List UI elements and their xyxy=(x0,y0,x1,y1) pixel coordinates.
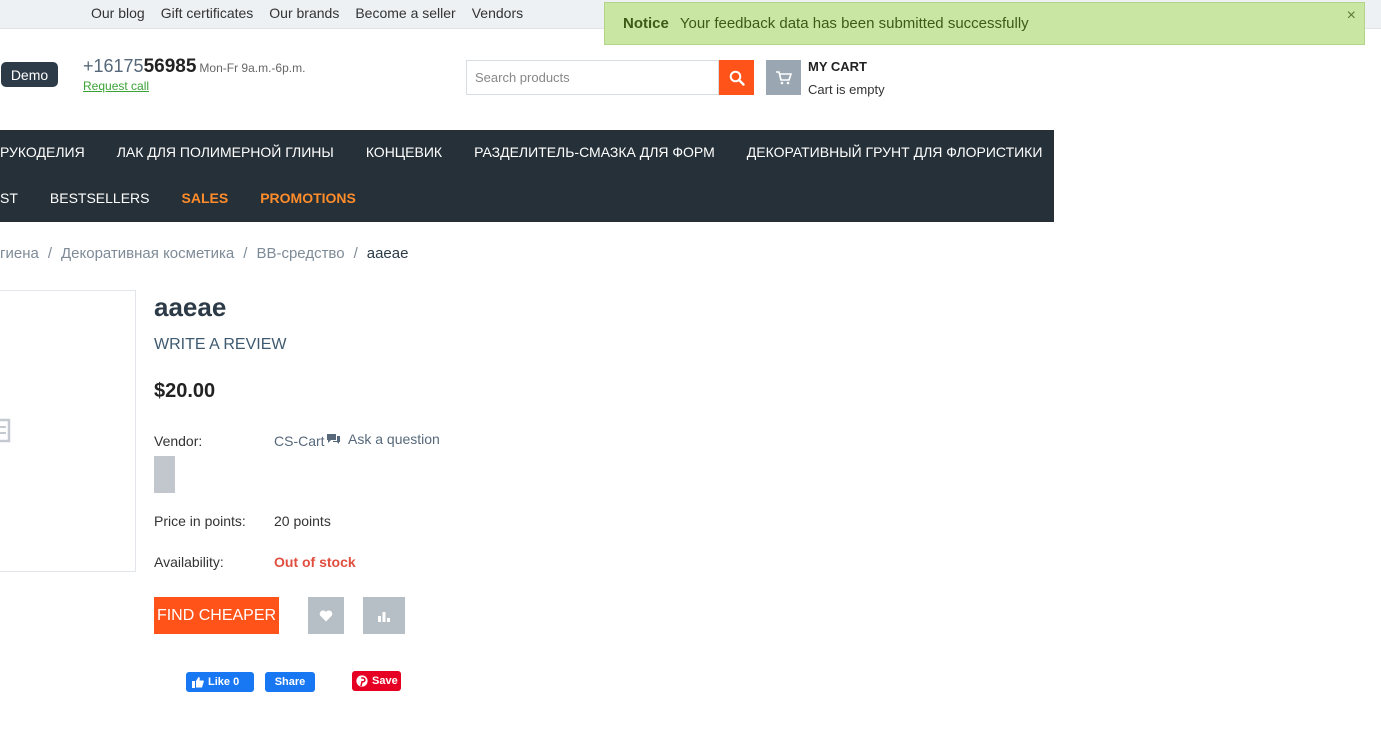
search-input[interactable] xyxy=(466,60,719,95)
breadcrumb-separator: / xyxy=(353,245,358,262)
product-image[interactable] xyxy=(0,290,136,572)
top-link-blog[interactable]: Our blog xyxy=(91,5,145,21)
nav-item-razdelitel[interactable]: РАЗДЕЛИТЕЛЬ-СМАЗКА ДЛЯ ФОРМ xyxy=(474,144,715,160)
nav-item-sales[interactable]: SALES xyxy=(182,190,229,206)
top-link-vendors[interactable]: Vendors xyxy=(472,5,523,21)
cart-title[interactable]: MY CART xyxy=(808,59,867,74)
breadcrumb-separator: / xyxy=(243,245,248,262)
nav-row-collections: ST BESTSELLERS SALES PROMOTIONS xyxy=(0,190,356,206)
search-icon xyxy=(729,70,745,86)
top-link-gift-certificates[interactable]: Gift certificates xyxy=(161,5,254,21)
compare-button[interactable] xyxy=(363,597,405,634)
breadcrumb-current: aaeae xyxy=(366,245,409,262)
nav-item-rukodeliya[interactable]: РУКОДЕЛИЯ xyxy=(0,144,85,160)
breadcrumb-item-cosmetics[interactable]: Декоративная косметика xyxy=(61,245,234,262)
availability-value: Out of stock xyxy=(274,554,356,570)
ask-question-link[interactable]: Ask a question xyxy=(326,431,440,447)
pinterest-save-button[interactable]: Save xyxy=(352,671,401,691)
top-link-brands[interactable]: Our brands xyxy=(269,5,339,21)
breadcrumb-item-bb[interactable]: BB-средство xyxy=(256,245,344,262)
facebook-like-label: Like 0 xyxy=(208,676,240,688)
heart-icon xyxy=(319,609,333,621)
compare-icon xyxy=(378,611,390,622)
top-link-become-seller[interactable]: Become a seller xyxy=(355,5,455,21)
breadcrumb-item-gigiena[interactable]: гиена xyxy=(0,245,39,262)
product-title: aaeae xyxy=(154,292,227,322)
facebook-like-button[interactable]: Like 0 xyxy=(186,672,254,692)
cart-icon xyxy=(775,70,792,84)
working-hours: Mon-Fr 9a.m.-6p.m. xyxy=(199,61,306,75)
nav-item-koncevik[interactable]: КОНЦЕВИК xyxy=(366,144,442,160)
cart-button[interactable] xyxy=(766,60,801,95)
breadcrumb-separator: / xyxy=(47,245,52,262)
availability-label: Availability: xyxy=(154,554,224,570)
nav-item-bestsellers[interactable]: BESTSELLERS xyxy=(50,190,150,206)
ask-question-label: Ask a question xyxy=(348,431,440,447)
notice-title: Notice xyxy=(623,15,669,32)
top-links: Our blog Gift certificates Our brands Be… xyxy=(91,5,523,21)
find-cheaper-button[interactable]: FIND CHEAPER xyxy=(154,597,279,634)
phone-prefix: +16175 xyxy=(83,56,144,76)
notice-message: Your feedback data has been submitted su… xyxy=(679,15,1029,32)
vendor-link[interactable]: CS-Cart xyxy=(274,433,325,449)
no-image-icon xyxy=(0,418,11,443)
vendor-label: Vendor: xyxy=(154,433,203,449)
notice-banner: Notice Your feedback data has been submi… xyxy=(604,2,1365,45)
wishlist-button[interactable] xyxy=(308,597,344,634)
breadcrumb: гиена / Декоративная косметика / BB-средство… xyxy=(0,245,408,262)
phone-number: +1617556985 Mon-Fr 9a.m.-6p.m. xyxy=(83,56,305,78)
points-label: Price in points: xyxy=(154,513,246,529)
close-icon[interactable]: × xyxy=(1347,7,1356,25)
request-call-link[interactable]: Request call xyxy=(83,79,149,93)
nav-item-promotions[interactable]: PROMOTIONS xyxy=(260,190,356,206)
points-value: 20 points xyxy=(274,513,331,529)
cart-status: Cart is empty xyxy=(808,82,885,97)
vendor-name: CS-Cart xyxy=(274,433,325,449)
demo-logo[interactable]: Demo xyxy=(1,62,58,87)
main-nav: РУКОДЕЛИЯ ЛАК ДЛЯ ПОЛИМЕРНОЙ ГЛИНЫ КОНЦЕ… xyxy=(0,130,1054,222)
thumbs-up-icon xyxy=(192,676,204,688)
vendor-logo[interactable] xyxy=(154,456,175,493)
chat-icon xyxy=(327,434,340,444)
pinterest-icon xyxy=(356,675,368,687)
pinterest-save-label: Save xyxy=(372,675,398,687)
phone-main: 56985 xyxy=(143,56,197,77)
facebook-share-button[interactable]: Share xyxy=(265,672,315,692)
write-review-link[interactable]: WRITE A REVIEW xyxy=(154,336,286,354)
nav-item-lak[interactable]: ЛАК ДЛЯ ПОЛИМЕРНОЙ ГЛИНЫ xyxy=(117,144,334,160)
product-price: $20.00 xyxy=(154,380,216,402)
nav-item-st[interactable]: ST xyxy=(0,190,18,206)
search-button[interactable] xyxy=(719,60,754,95)
nav-item-grunt[interactable]: ДЕКОРАТИВНЫЙ ГРУНТ ДЛЯ ФЛОРИСТИКИ xyxy=(747,144,1043,160)
nav-row-categories: РУКОДЕЛИЯ ЛАК ДЛЯ ПОЛИМЕРНОЙ ГЛИНЫ КОНЦЕ… xyxy=(0,144,1042,160)
